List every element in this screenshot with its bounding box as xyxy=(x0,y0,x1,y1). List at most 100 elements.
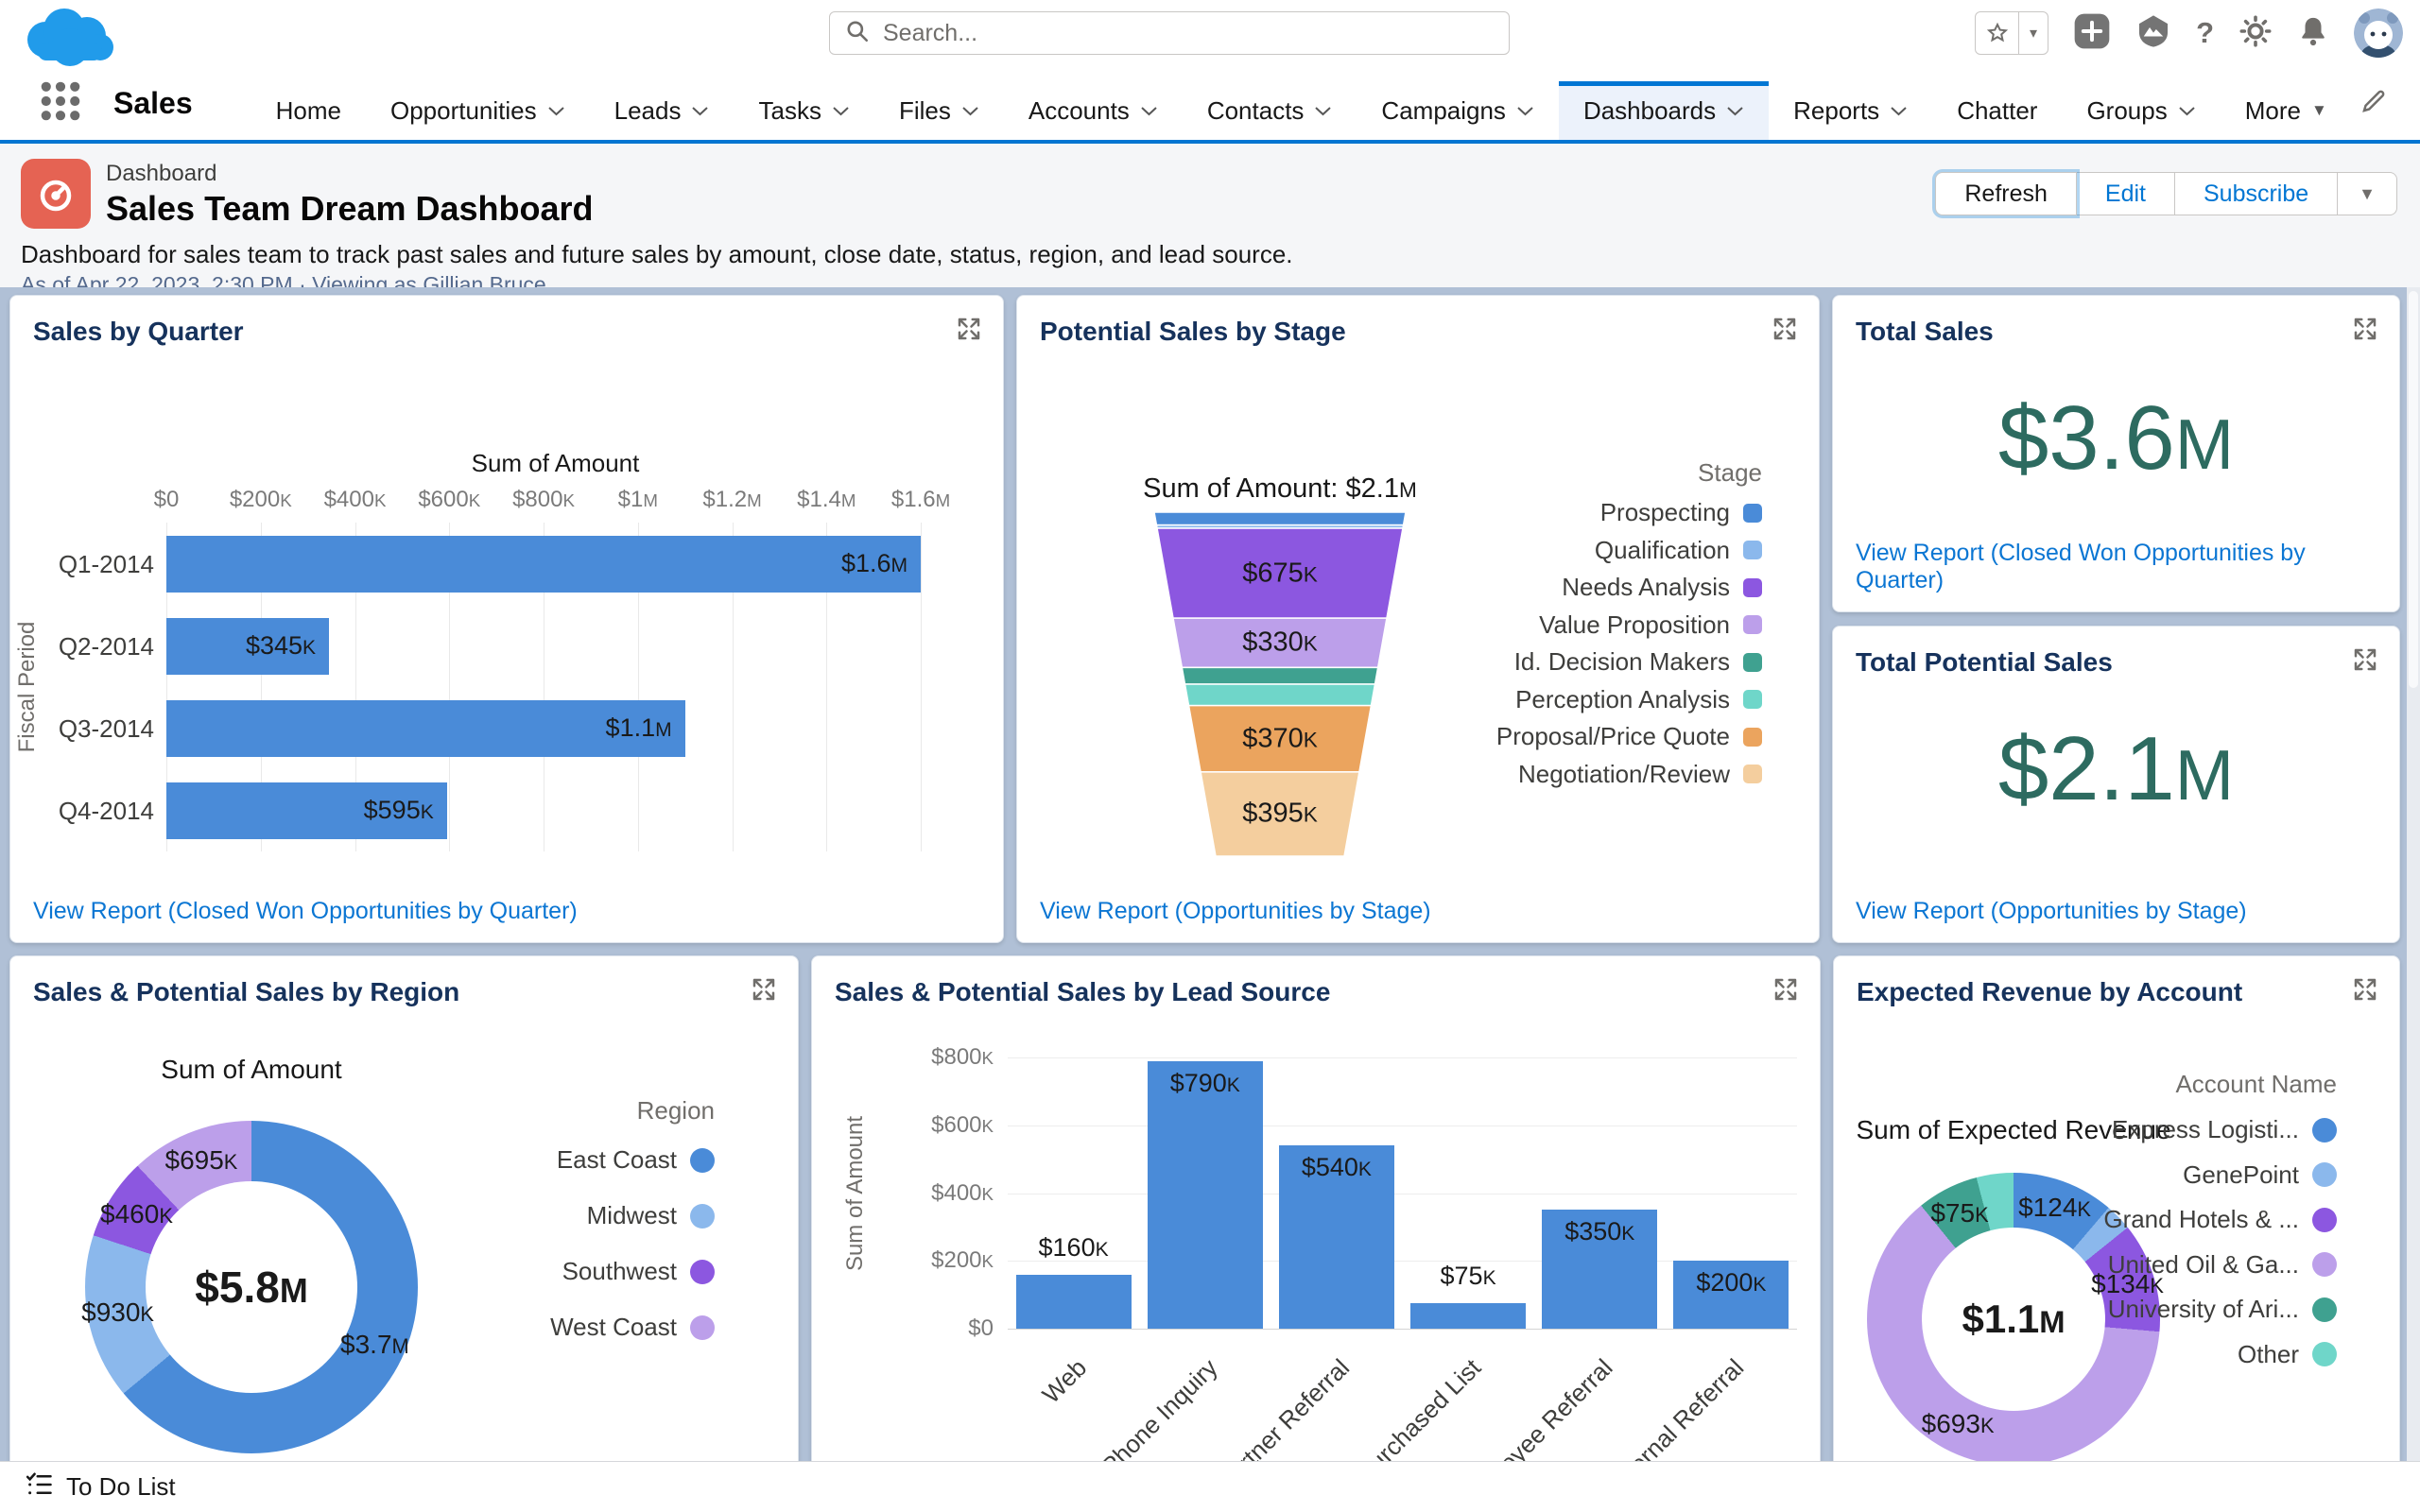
donut[interactable]: $5.8M $3.7M $930K $460K $695K xyxy=(81,1121,418,1453)
notifications-bell-icon[interactable] xyxy=(2297,15,2329,52)
funnel-segment-prospecting[interactable] xyxy=(1153,511,1407,526)
edit-button[interactable]: Edit xyxy=(2076,172,2175,215)
legend-item-value-proposition[interactable]: Value Proposition xyxy=(1539,610,1762,640)
legend-swatch xyxy=(2312,1162,2337,1187)
app-name[interactable]: Sales xyxy=(113,86,193,121)
funnel-segment-id-decision-makers[interactable] xyxy=(1181,666,1379,685)
legend-title: Region xyxy=(636,1096,715,1125)
legend-item-express-logisti-[interactable]: Express Logisti... xyxy=(2112,1115,2337,1144)
tab-home[interactable]: Home xyxy=(251,81,366,140)
user-avatar[interactable] xyxy=(2354,9,2403,58)
legend-item-needs-analysis[interactable]: Needs Analysis xyxy=(1562,573,1762,602)
view-report-link[interactable]: View Report (Closed Won Opportunities by… xyxy=(1856,540,2399,594)
refresh-button[interactable]: Refresh xyxy=(1935,172,2077,215)
legend-item-proposal-price-quote[interactable]: Proposal/Price Quote xyxy=(1496,722,1762,751)
bar[interactable] xyxy=(1015,1274,1132,1329)
legend-item-university-of-ari-[interactable]: University of Ari... xyxy=(2108,1295,2337,1324)
bar[interactable]: $595K xyxy=(166,782,447,839)
tab-label: Campaigns xyxy=(1381,95,1506,125)
legend-item-negotiation-review[interactable]: Negotiation/Review xyxy=(1518,760,1762,789)
legend-item-perception-analysis[interactable]: Perception Analysis xyxy=(1515,685,1762,714)
global-search xyxy=(829,11,1510,55)
utility-bar: To Do List xyxy=(0,1461,2420,1512)
edit-navigation-pencil-icon[interactable] xyxy=(2360,87,2388,120)
tab-campaigns[interactable]: Campaigns xyxy=(1357,81,1559,140)
dashboard-grid: Sales by Quarter Sum of Amount $0 $200K $40… xyxy=(0,287,2420,1512)
legend-swatch xyxy=(1743,577,1762,597)
vertical-scrollbar[interactable] xyxy=(2407,287,2420,1461)
todo-checklist-icon xyxy=(25,1470,53,1503)
bar-value-label: $75K xyxy=(1440,1262,1496,1291)
tab-leads[interactable]: Leads xyxy=(590,81,735,140)
bar[interactable]: $1.6M xyxy=(166,535,922,593)
view-report-link[interactable]: View Report (Opportunities by Stage) xyxy=(1856,898,2247,925)
legend-swatch xyxy=(2312,1117,2337,1143)
tab-opportunities[interactable]: Opportunities xyxy=(366,81,590,140)
dashboard-actions: Refresh Edit Subscribe ▼ xyxy=(1935,172,2397,215)
view-report-link[interactable]: View Report (Closed Won Opportunities by… xyxy=(33,898,578,925)
tab-accounts[interactable]: Accounts xyxy=(1004,81,1183,140)
bar-value-label: $1.1M xyxy=(605,713,672,742)
bar-value-label: $200K xyxy=(1696,1268,1767,1297)
legend-item-west-coast[interactable]: West Coast xyxy=(550,1313,715,1342)
bar[interactable] xyxy=(1410,1303,1527,1329)
legend-item-prospecting[interactable]: Prospecting xyxy=(1600,498,1762,527)
search-input[interactable] xyxy=(881,18,1494,48)
legend-item-midwest[interactable]: Midwest xyxy=(587,1201,715,1230)
favorites-star-icon[interactable] xyxy=(1976,12,2020,54)
legend-item-united-oil-ga-[interactable]: United Oil & Ga... xyxy=(2108,1250,2337,1280)
axis-tick: $800K xyxy=(931,1044,994,1070)
view-report-link[interactable]: View Report (Opportunities by Stage) xyxy=(1040,898,1431,925)
bar-chart-lead-source: Sum of Amount $0 $200K $400K $600K $800K $160K… xyxy=(812,956,1820,1512)
axis-tick: $600K xyxy=(931,1111,994,1138)
tab-more[interactable]: More ▼ xyxy=(2221,81,2352,140)
axis-tick: $400K xyxy=(931,1179,994,1206)
app-launcher-icon[interactable] xyxy=(40,80,81,127)
favorites-dropdown-icon[interactable]: ▾ xyxy=(2019,12,2048,54)
tab-tasks[interactable]: Tasks xyxy=(734,81,873,140)
legend-item-southwest[interactable]: Southwest xyxy=(562,1257,715,1286)
setup-gear-icon[interactable] xyxy=(2238,14,2273,53)
legend-item-other[interactable]: Other xyxy=(2238,1340,2337,1369)
legend-label: GenePoint xyxy=(2183,1160,2299,1189)
tab-files[interactable]: Files xyxy=(874,81,1004,140)
metric-value: $3.6M xyxy=(1997,387,2235,489)
legend-item-id-decision-makers[interactable]: Id. Decision Makers xyxy=(1514,647,1762,677)
header-actions: ▾ ? xyxy=(1975,8,2403,59)
tab-contacts[interactable]: Contacts xyxy=(1183,81,1357,140)
slice-value-label: $460K xyxy=(100,1198,173,1228)
legend-swatch xyxy=(2312,1207,2337,1232)
tab-chatter[interactable]: Chatter xyxy=(1932,81,2062,140)
donut-hole: $5.8M xyxy=(146,1181,357,1393)
bar[interactable]: $345K xyxy=(166,617,330,675)
bar-value-label: $595K xyxy=(363,796,434,824)
tab-label: Files xyxy=(898,95,951,125)
more-actions-dropdown-icon[interactable]: ▼ xyxy=(2338,172,2397,215)
funnel-segment-perception-analysis[interactable] xyxy=(1184,683,1376,707)
legend-label: Other xyxy=(2237,1339,2299,1368)
category-axis-label: Fiscal Period xyxy=(14,621,40,753)
legend-item-genepoint[interactable]: GenePoint xyxy=(2183,1160,2337,1190)
dashboard-description: Dashboard for sales team to track past s… xyxy=(21,240,1293,268)
help-icon[interactable]: ? xyxy=(2196,16,2214,50)
tab-reports[interactable]: Reports xyxy=(1769,81,1932,140)
bar[interactable] xyxy=(1147,1060,1263,1329)
trailhead-guidance-icon[interactable] xyxy=(2135,13,2171,54)
subscribe-button[interactable]: Subscribe xyxy=(2175,172,2339,215)
slice-value-label: $124K xyxy=(2018,1192,2091,1222)
legend-swatch xyxy=(1743,690,1762,709)
legend-item-qualification[interactable]: Qualification xyxy=(1595,536,1762,565)
quick-add-icon[interactable] xyxy=(2073,12,2111,55)
tab-groups[interactable]: Groups xyxy=(2062,81,2220,140)
tab-label: Dashboards xyxy=(1582,95,1717,125)
legend-item-grand-hotels-[interactable]: Grand Hotels & ... xyxy=(2103,1205,2337,1234)
axis-tick: $600K xyxy=(418,487,481,512)
salesforce-logo-icon[interactable] xyxy=(17,6,117,71)
tab-dashboards[interactable]: Dashboards xyxy=(1558,81,1770,140)
legend-label: United Oil & Ga... xyxy=(2107,1249,2299,1279)
legend-item-east-coast[interactable]: East Coast xyxy=(557,1145,715,1175)
todo-list-button[interactable]: To Do List xyxy=(66,1472,176,1502)
bar[interactable]: $1.1M xyxy=(166,699,685,757)
legend-label: Id. Decision Makers xyxy=(1513,647,1730,676)
tab-label: Reports xyxy=(1793,95,1880,125)
